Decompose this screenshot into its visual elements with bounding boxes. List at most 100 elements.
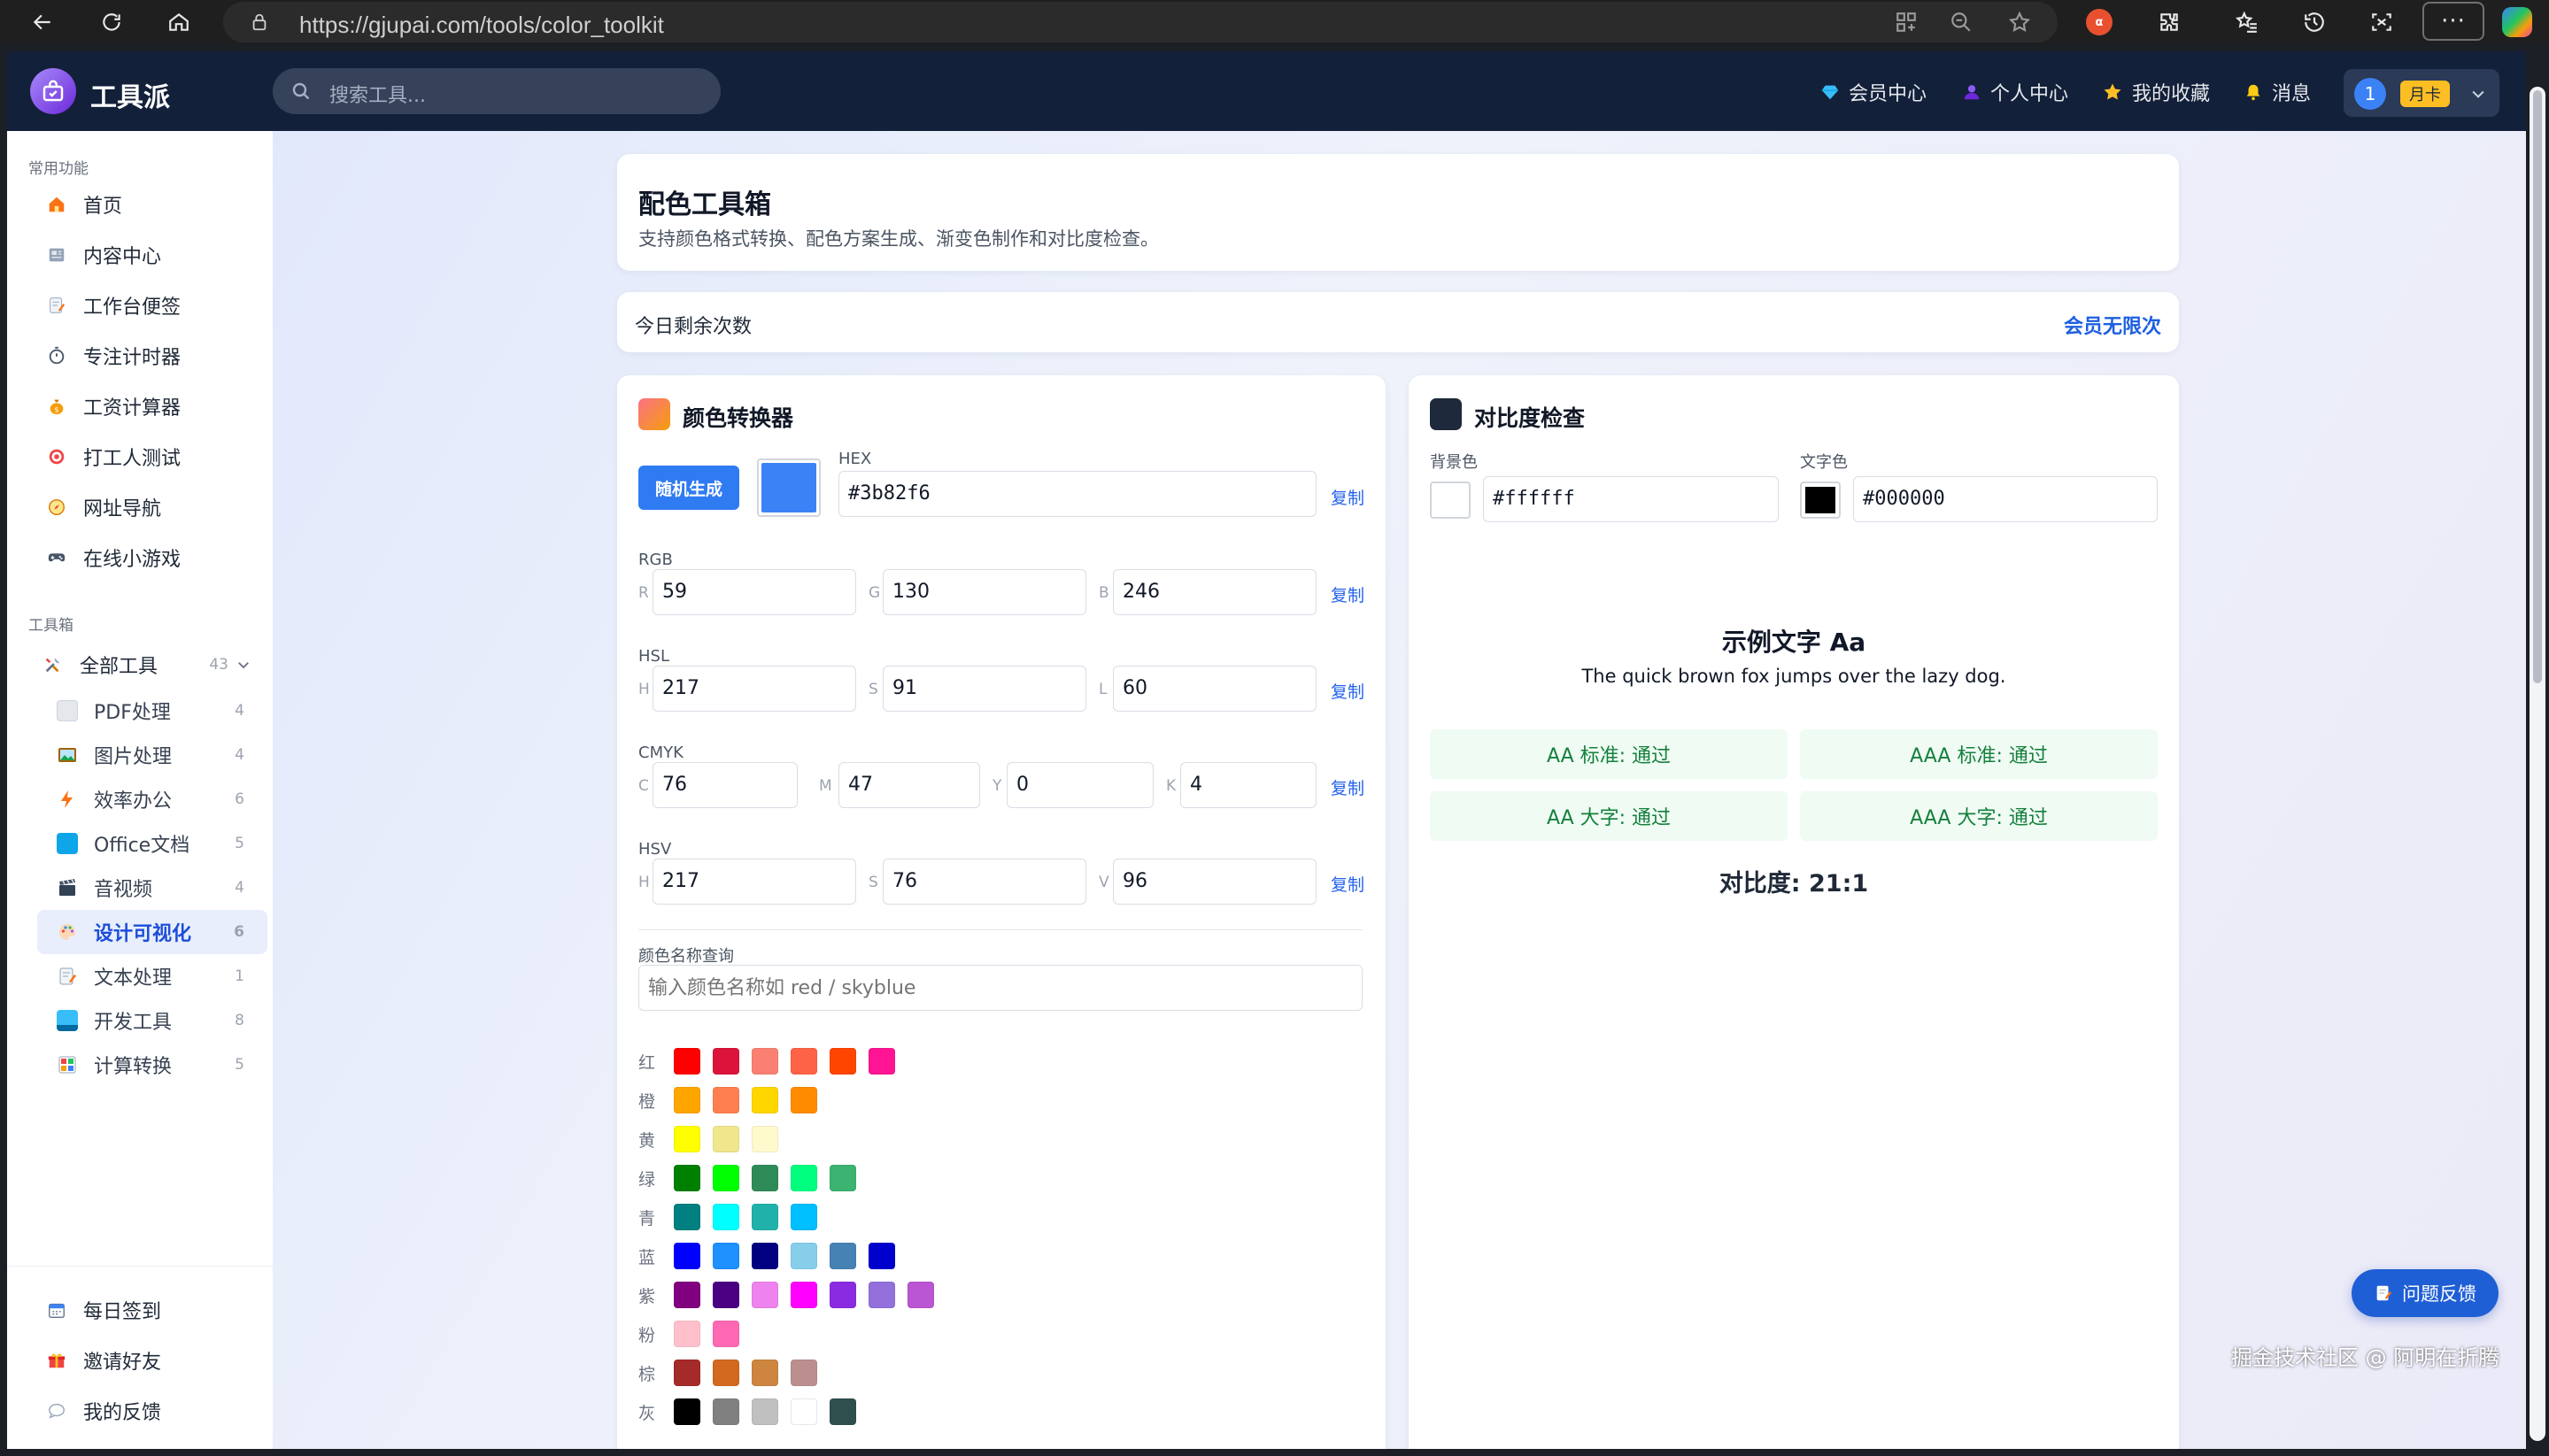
hsv-v-input[interactable]: 96 [1113,859,1317,905]
color-swatch[interactable] [674,1321,700,1347]
color-name-input[interactable] [638,965,1363,1011]
feedback-button[interactable]: 问题反馈 [2352,1269,2499,1317]
nav-member-center[interactable]: 会员中心 [1820,78,1927,106]
cmyk-k-input[interactable]: 4 [1180,762,1317,808]
copy-rgb-button[interactable]: 复制 [1331,582,1364,606]
rgb-r-input[interactable]: 59 [653,569,856,615]
scrollbar-thumb[interactable] [2533,90,2542,683]
sidebar-item-home[interactable]: 首页 [28,182,267,227]
color-swatch[interactable] [674,1048,700,1075]
nav-favorites[interactable]: 我的收藏 [2102,78,2210,106]
address-bar[interactable]: https://gjupai.com/tools/color_toolkit [223,2,2058,42]
color-swatch[interactable] [674,1360,700,1386]
extensions-puzzle-icon[interactable] [2153,6,2185,38]
sidebar-item-design[interactable]: 设计可视化 6 [37,910,267,954]
logo-icon[interactable] [30,68,76,114]
hex-input[interactable]: #3b82f6 [838,471,1317,517]
hsl-s-input[interactable]: 91 [883,666,1086,712]
sidebar-item-notes[interactable]: 工作台便签 [28,283,267,327]
color-swatch[interactable] [752,1087,778,1113]
extension-icon[interactable]: α [2086,9,2113,35]
color-swatch[interactable] [674,1243,700,1269]
user-menu[interactable]: 1 月卡 [2344,69,2499,117]
color-swatch[interactable] [752,1360,778,1386]
cmyk-c-input[interactable]: 76 [653,762,798,808]
color-swatch[interactable] [752,1282,778,1308]
rgb-g-input[interactable]: 130 [883,569,1086,615]
color-swatch[interactable] [713,1126,739,1152]
fg-color-picker[interactable] [1800,481,1841,519]
home-icon[interactable] [163,6,195,38]
back-icon[interactable] [27,6,58,38]
fg-color-input[interactable]: #000000 [1853,476,2158,522]
cmyk-y-input[interactable]: 0 [1007,762,1154,808]
sidebar-item-feedback[interactable]: 我的反馈 [28,1389,267,1433]
sidebar-item-image[interactable]: 图片处理 4 [37,733,267,777]
color-preview[interactable] [757,458,821,517]
cmyk-m-input[interactable]: 47 [838,762,980,808]
color-swatch[interactable] [752,1398,778,1425]
sidebar-item-all-tools[interactable]: 全部工具 43 [28,643,267,687]
color-swatch[interactable] [908,1282,934,1308]
color-swatch[interactable] [752,1204,778,1230]
color-swatch[interactable] [713,1204,739,1230]
color-swatch[interactable] [674,1087,700,1113]
color-swatch[interactable] [713,1398,739,1425]
color-swatch[interactable] [674,1398,700,1425]
sidebar-item-office-efficiency[interactable]: 效率办公 6 [37,777,267,821]
bg-color-input[interactable]: #ffffff [1483,476,1779,522]
hsl-l-input[interactable]: 60 [1113,666,1317,712]
sidebar-item-worker-test[interactable]: 打工人测试 [28,435,267,479]
history-icon[interactable] [2298,6,2330,38]
color-swatch[interactable] [752,1126,778,1152]
sidebar-item-checkin[interactable]: 每日签到 [28,1288,267,1332]
rgb-b-input[interactable]: 246 [1113,569,1317,615]
favorite-star-icon[interactable] [2008,11,2031,34]
color-swatch[interactable] [830,1048,856,1075]
color-swatch[interactable] [713,1321,739,1347]
color-swatch[interactable] [713,1360,739,1386]
screenshot-icon[interactable] [2366,6,2398,38]
sidebar-item-text[interactable]: 文本处理 1 [37,954,267,998]
copilot-icon[interactable] [2502,7,2532,37]
copy-hsv-button[interactable]: 复制 [1331,872,1364,896]
hsl-h-input[interactable]: 217 [653,666,856,712]
sidebar-item-games[interactable]: 在线小游戏 [28,535,267,580]
copy-hex-button[interactable]: 复制 [1331,485,1364,509]
color-swatch[interactable] [830,1243,856,1269]
color-swatch[interactable] [791,1204,817,1230]
copy-hsl-button[interactable]: 复制 [1331,679,1364,703]
app-available-icon[interactable] [1895,11,1918,34]
sidebar-item-timer[interactable]: 专注计时器 [28,334,267,378]
color-swatch[interactable] [752,1048,778,1075]
lock-icon[interactable] [250,12,269,32]
sidebar-item-media[interactable]: 音视频 4 [37,866,267,910]
color-swatch[interactable] [674,1282,700,1308]
color-swatch[interactable] [869,1048,895,1075]
sidebar-item-pdf[interactable]: PDF处理 4 [37,689,267,733]
color-swatch[interactable] [752,1243,778,1269]
color-swatch[interactable] [830,1282,856,1308]
sidebar-item-calc[interactable]: 计算转换 5 [37,1043,267,1087]
color-swatch[interactable] [713,1048,739,1075]
color-swatch[interactable] [713,1087,739,1113]
color-swatch[interactable] [674,1204,700,1230]
color-swatch[interactable] [791,1398,817,1425]
sidebar-item-navigation[interactable]: 网址导航 [28,485,267,529]
bg-color-picker[interactable] [1430,481,1471,519]
nav-messages[interactable]: 消息 [2244,78,2311,106]
more-menu-icon[interactable]: ··· [2422,2,2484,41]
sidebar-item-salary[interactable]: $ 工资计算器 [28,384,267,428]
sidebar-item-office-docs[interactable]: Office文档 5 [37,821,267,866]
color-swatch[interactable] [869,1243,895,1269]
random-generate-button[interactable]: 随机生成 [638,466,739,510]
color-swatch[interactable] [791,1087,817,1113]
color-swatch[interactable] [791,1282,817,1308]
color-swatch[interactable] [791,1048,817,1075]
color-swatch[interactable] [674,1126,700,1152]
brand-name[interactable]: 工具派 [90,75,170,114]
color-swatch[interactable] [674,1165,700,1191]
copy-cmyk-button[interactable]: 复制 [1331,775,1364,799]
color-swatch[interactable] [830,1165,856,1191]
hsv-s-input[interactable]: 76 [883,859,1086,905]
